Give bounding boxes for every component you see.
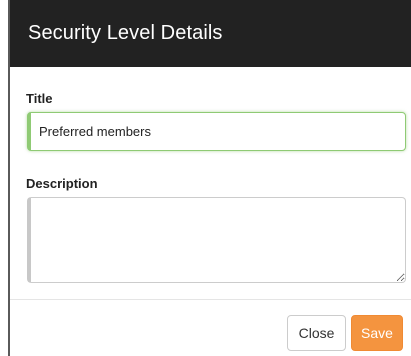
save-button[interactable]: Save: [351, 315, 403, 351]
dialog-title: Security Level Details: [28, 22, 223, 44]
close-button[interactable]: Close: [287, 315, 346, 351]
dialog-header: Security Level Details: [10, 0, 411, 67]
security-level-dialog: Security Level Details Title Description…: [8, 0, 411, 356]
description-label: Description: [26, 176, 98, 191]
description-textarea[interactable]: [27, 197, 406, 283]
title-input[interactable]: [27, 112, 406, 151]
footer-divider: [10, 299, 411, 300]
title-label: Title: [26, 91, 53, 106]
